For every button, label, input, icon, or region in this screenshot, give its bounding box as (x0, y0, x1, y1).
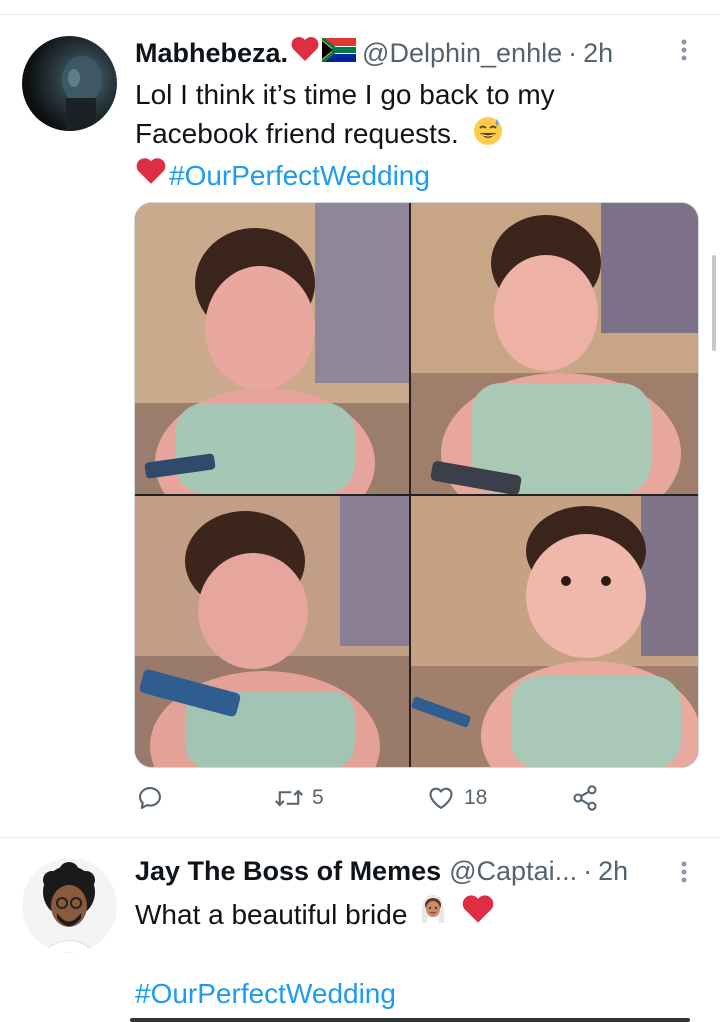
avatar[interactable] (22, 858, 117, 953)
share-button[interactable] (570, 784, 600, 812)
handle[interactable]: @Delphin_enhle (362, 38, 562, 69)
tweet-header: Jay The Boss of Memes @Captai... · 2h (135, 856, 628, 887)
reply-icon (139, 787, 161, 809)
heart-emoji (290, 36, 320, 69)
sweat-smile-emoji (473, 116, 503, 156)
like-count: 18 (464, 786, 488, 809)
tweet-text-line-2-row: Facebook friend requests. (135, 114, 695, 156)
media-photo-3[interactable] (135, 496, 409, 767)
more-options-icon[interactable] (680, 860, 688, 890)
retweet-icon (274, 789, 304, 807)
share-icon (573, 785, 597, 811)
tweet-text-row: What a beautiful bride (135, 893, 695, 935)
like-button[interactable]: 18 (426, 784, 487, 812)
photo-2-image (411, 203, 698, 494)
timestamp[interactable]: 2h (598, 856, 628, 887)
south-africa-flag-emoji (321, 36, 357, 69)
hashtag-row: #OurPerfectWedding (135, 156, 695, 195)
photo-4-image (411, 496, 698, 767)
tweet-text: Lol I think it’s time I go back to my Fa… (135, 75, 695, 195)
heart-emoji (135, 156, 167, 195)
retweet-button[interactable]: 5 (274, 784, 324, 812)
media-preview-edge (130, 1018, 690, 1022)
tweet-text-line-1: Lol I think it’s time I go back to my (135, 79, 555, 110)
tweet-1[interactable]: Mabhebeza. @Delphin_enhle · 2h Lol I thi… (0, 0, 720, 836)
tweet-2[interactable]: Jay The Boss of Memes @Captai... · 2h Wh… (0, 838, 720, 1022)
tweet-text-line: What a beautiful bride (135, 898, 408, 930)
photo-3-image (135, 496, 409, 767)
display-name[interactable]: Jay The Boss of Memes (135, 856, 441, 887)
separator-dot: · (583, 856, 593, 886)
tweet-media-grid[interactable] (134, 202, 699, 768)
media-photo-1[interactable] (135, 203, 409, 494)
bride-emoji (417, 893, 449, 935)
photo-1-image (135, 203, 409, 494)
reply-button[interactable] (136, 784, 172, 812)
avatar[interactable] (22, 36, 117, 131)
heart-icon (429, 787, 453, 809)
media-photo-4[interactable] (411, 496, 698, 767)
tweet-header: Mabhebeza. @Delphin_enhle · 2h (135, 36, 613, 69)
avatar-image (62, 56, 102, 131)
handle[interactable]: @Captai... (449, 856, 577, 887)
display-name[interactable]: Mabhebeza. (135, 38, 288, 69)
heart-emoji (461, 894, 495, 934)
avatar-image (41, 862, 97, 953)
tweet-text-line-2: Facebook friend requests. (135, 118, 459, 149)
retweet-count: 5 (312, 786, 324, 809)
tweet-actions: 5 18 (134, 784, 614, 820)
tweet-text: What a beautiful bride #OurPerfectWeddin… (135, 893, 695, 1013)
hashtag-link[interactable]: #OurPerfectWedding (169, 156, 430, 195)
hashtag-link[interactable]: #OurPerfectWedding (135, 974, 695, 1013)
media-photo-2[interactable] (411, 203, 698, 494)
more-options-icon[interactable] (680, 38, 688, 68)
separator-dot: · (568, 38, 578, 68)
timestamp[interactable]: 2h (583, 38, 613, 69)
